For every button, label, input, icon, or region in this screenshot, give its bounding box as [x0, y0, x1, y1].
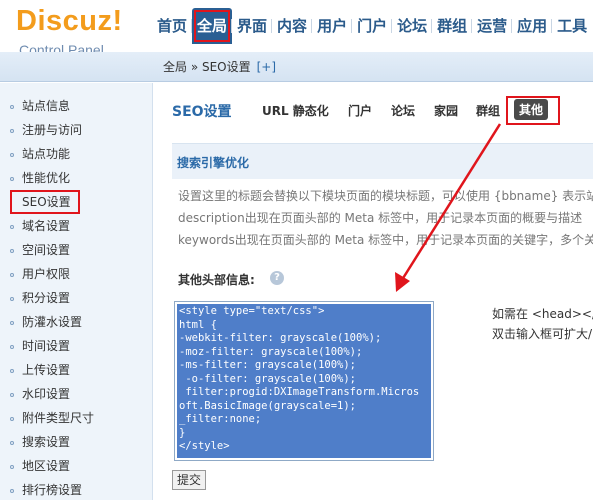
help-icon[interactable]: ?	[270, 271, 284, 285]
sidebar-item-label: 水印设置	[22, 387, 71, 401]
logo: Discuz! Control Panel	[0, 0, 152, 58]
description-title: 设置这里的标题会替换以下模块页面的模块标题，可以使用 {bbname} 表示站	[178, 189, 593, 203]
highlight-box	[10, 190, 80, 214]
topnav-item-users[interactable]: 用户	[311, 8, 352, 44]
sidebar-item-label: 积分设置	[22, 291, 71, 305]
bullet-icon	[10, 248, 14, 253]
add-shortcut-link[interactable]: [+]	[257, 60, 276, 74]
header: Discuz! Control Panel 首页 全局 界面 内容 用户 门户 …	[0, 0, 593, 58]
bullet-icon	[10, 224, 14, 229]
sidebar-item-site-features[interactable]: 站点功能	[10, 142, 140, 166]
topnav-item-operations[interactable]: 运营	[471, 8, 512, 44]
bullet-icon	[10, 272, 14, 277]
topnav-item-forum[interactable]: 论坛	[391, 8, 432, 44]
sidebar-item-label: 时间设置	[22, 339, 71, 353]
bullet-icon	[10, 104, 14, 109]
sidebar-item-label: 性能优化	[22, 171, 71, 185]
head-info-textarea[interactable]: <style type="text/css"> html { -webkit-f…	[174, 301, 434, 461]
bullet-icon	[10, 128, 14, 133]
sidebar-item-permissions[interactable]: 用户权限	[10, 262, 140, 286]
sidebar-item-credits[interactable]: 积分设置	[10, 286, 140, 310]
sidebar-item-label: 域名设置	[22, 219, 71, 233]
topnav-item-home[interactable]: 首页	[152, 8, 192, 44]
bullet-icon	[10, 344, 14, 349]
sidebar-item-label: 附件类型尺寸	[22, 411, 95, 425]
sidebar-item-performance[interactable]: 性能优化	[10, 166, 140, 190]
section-header: 搜索引擎优化	[172, 143, 593, 179]
topnav-item-interface[interactable]: 界面	[231, 8, 272, 44]
field-hint-line: 双击输入框可扩大/	[492, 327, 593, 341]
bullet-icon	[10, 296, 14, 301]
tab-group[interactable]: 群组	[476, 102, 500, 119]
topnav-item-apps[interactable]: 应用	[511, 8, 552, 44]
top-nav: 首页 全局 界面 内容 用户 门户 论坛 群组 运营 应用 工具	[152, 8, 592, 44]
bullet-icon	[10, 176, 14, 181]
sidebar-item-antispam[interactable]: 防灌水设置	[10, 310, 140, 334]
sidebar-item-label: 站点功能	[22, 147, 71, 161]
bullet-icon	[10, 464, 14, 469]
field-hint-line: 如需在 <head></	[492, 307, 593, 321]
bullet-icon	[10, 368, 14, 373]
sidebar-item-label: 空间设置	[22, 243, 71, 257]
main-content: SEO设置 URL 静态化 门户 论坛 家园 群组 其他 搜索引擎优化 设置这里…	[154, 83, 593, 500]
sidebar-item-upload[interactable]: 上传设置	[10, 358, 140, 382]
sidebar-item-label: 地区设置	[22, 459, 71, 473]
sidebar-item-register[interactable]: 注册与访问	[10, 118, 140, 142]
bullet-icon	[10, 392, 14, 397]
page-title: SEO设置	[172, 104, 232, 120]
sidebar-item-label: 上传设置	[22, 363, 71, 377]
bullet-icon	[10, 488, 14, 493]
bullet-icon	[10, 152, 14, 157]
sub-bar	[0, 52, 593, 82]
sidebar-item-label: 搜索设置	[22, 435, 71, 449]
topnav-item-global[interactable]: 全局	[191, 8, 233, 44]
description-keywords: keywords出现在页面头部的 Meta 标签中，用于记录本页面的关键字，多个…	[178, 233, 593, 247]
sidebar-item-label: 站点信息	[22, 99, 71, 113]
sidebar-item-region[interactable]: 地区设置	[10, 454, 140, 478]
breadcrumb-text: 全局 » SEO设置	[163, 60, 251, 74]
sidebar-item-label: 防灌水设置	[22, 315, 83, 329]
sidebar-item-space[interactable]: 空间设置	[10, 238, 140, 262]
breadcrumb: 全局 » SEO设置 [+]	[163, 52, 276, 82]
sidebar-item-domain[interactable]: 域名设置	[10, 214, 140, 238]
tab-portal[interactable]: 门户	[348, 102, 372, 119]
sidebar-item-watermark[interactable]: 水印设置	[10, 382, 140, 406]
bullet-icon	[10, 440, 14, 445]
topnav-item-portal[interactable]: 门户	[351, 8, 392, 44]
sidebar-item-label: 注册与访问	[22, 123, 83, 137]
tab-home[interactable]: 家园	[434, 102, 458, 119]
sidebar-item-time[interactable]: 时间设置	[10, 334, 140, 358]
highlight-box	[194, 10, 231, 42]
sidebar-item-ranking[interactable]: 排行榜设置	[10, 478, 140, 500]
bullet-icon	[10, 416, 14, 421]
submit-button[interactable]: 提交	[172, 470, 206, 490]
sidebar: 站点信息 注册与访问 站点功能 性能优化 SEO设置 域名设置 空间设置 用户权…	[0, 83, 153, 500]
sidebar-item-attachment-types[interactable]: 附件类型尺寸	[10, 406, 140, 430]
tab-bar: SEO设置 URL 静态化 门户 论坛 家园 群组 其他	[154, 93, 593, 125]
sidebar-item-label: 排行榜设置	[22, 483, 83, 497]
topnav-item-groups[interactable]: 群组	[431, 8, 472, 44]
bullet-icon	[10, 320, 14, 325]
description-meta: description出现在页面头部的 Meta 标签中，用于记录本页面的概要与…	[178, 211, 583, 225]
tab-url-static[interactable]: URL 静态化	[262, 102, 329, 119]
sidebar-item-seo[interactable]: SEO设置	[10, 190, 140, 214]
sidebar-item-site-info[interactable]: 站点信息	[10, 94, 140, 118]
logo-name: Discuz!	[16, 5, 123, 37]
topnav-item-tools[interactable]: 工具	[551, 8, 592, 44]
section-title: 搜索引擎优化	[177, 156, 250, 170]
highlight-box	[506, 96, 560, 125]
topnav-item-content[interactable]: 内容	[271, 8, 312, 44]
sidebar-item-label: 用户权限	[22, 267, 71, 281]
textarea-content: <style type="text/css"> html { -webkit-f…	[177, 304, 431, 458]
field-label: 其他头部信息:	[178, 273, 255, 287]
sidebar-item-search[interactable]: 搜索设置	[10, 430, 140, 454]
tab-forum[interactable]: 论坛	[391, 102, 415, 119]
